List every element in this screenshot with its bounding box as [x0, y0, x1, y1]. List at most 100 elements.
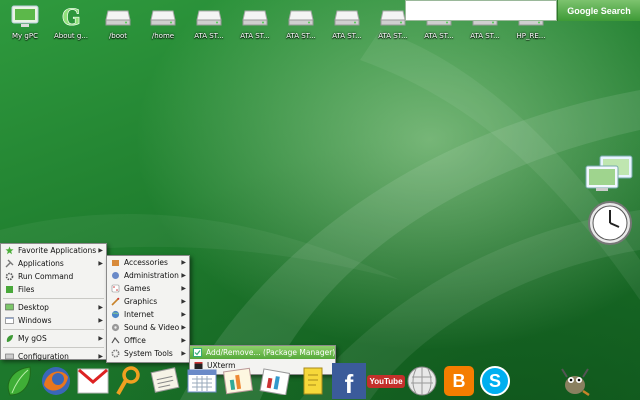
menu-item-label: Run Command: [18, 272, 74, 281]
menu-item-internet[interactable]: Internet ▶: [107, 308, 189, 321]
dock-item-gos[interactable]: [2, 364, 36, 398]
gmail-icon: [77, 368, 109, 394]
menu-item-label: Applications: [18, 259, 64, 268]
chevron-right-icon: ▶: [98, 260, 103, 267]
dock-item-firefox[interactable]: [39, 364, 73, 398]
menu-item-label: Internet: [124, 310, 154, 319]
menu-item-label: Sound & Video: [124, 323, 180, 332]
chevron-right-icon: ▶: [98, 335, 103, 342]
desktop-icon-boot[interactable]: /boot: [96, 4, 140, 40]
menu-item-applications[interactable]: Applications ▶: [1, 257, 106, 270]
chevron-right-icon: ▶: [181, 285, 186, 292]
menu-item-my-gos[interactable]: My gOS ▶: [1, 332, 106, 345]
desktop-icon-ata-2[interactable]: ATA ST...: [233, 4, 277, 40]
menu-item-accessories[interactable]: Accessories ▶: [107, 256, 189, 269]
dock-item-skype[interactable]: S: [478, 364, 512, 398]
desktop-icon-label: About g...: [53, 32, 89, 40]
dock-item-spreadsheet-2[interactable]: [258, 364, 292, 398]
desktop-icon-label: ATA ST...: [378, 32, 408, 40]
desktop-icon-label: ATA ST...: [332, 32, 362, 40]
desktop-icon-label: ATA ST...: [424, 32, 454, 40]
chevron-right-icon: ▶: [181, 324, 186, 331]
chevron-right-icon: ▶: [181, 259, 186, 266]
search-input[interactable]: [405, 0, 557, 21]
menu-item-games[interactable]: Games ▶: [107, 282, 189, 295]
applications-icon: [4, 259, 14, 268]
dock-item-wikipedia[interactable]: [405, 364, 439, 398]
search-icon: [116, 366, 140, 395]
menu-item-run-command[interactable]: Run Command: [1, 270, 106, 283]
wikipedia-icon: [407, 366, 437, 396]
drive-icon: [104, 4, 132, 30]
menu-item-favorite-applications[interactable]: Favorite Applications ▶: [1, 244, 106, 257]
chevron-right-icon: ▶: [181, 350, 186, 357]
desktop-icon-label: My gPC: [12, 32, 38, 40]
desktop-icon-my-gpc[interactable]: My gPC: [3, 4, 47, 40]
drive-icon: [241, 4, 269, 30]
sound-video-icon: [110, 323, 120, 332]
office-icon: [110, 336, 120, 345]
spreadsheet-icon: [223, 367, 253, 395]
desktop-icon-label: ATA ST...: [194, 32, 224, 40]
clock-icon: [588, 201, 632, 245]
menu-item-sound-video[interactable]: Sound & Video ▶: [107, 321, 189, 334]
menu-item-label: Add/Remove... (Package Manager): [206, 348, 336, 357]
menu-item-label: Accessories: [124, 258, 168, 267]
dock-item-news[interactable]: [148, 364, 182, 398]
desktop-icon-label: ATA ST...: [470, 32, 500, 40]
gos-leaf-icon: [7, 366, 31, 396]
desktop-icon-label: ATA ST...: [286, 32, 316, 40]
desktop-icon-label: ATA ST...: [240, 32, 270, 40]
dock-item-notes[interactable]: [295, 364, 329, 398]
menu-item-desktop[interactable]: Desktop ▶: [1, 301, 106, 314]
svg-text:G: G: [62, 5, 81, 30]
accessories-icon: [110, 258, 120, 267]
dock-item-facebook[interactable]: f: [332, 363, 366, 399]
desktop-icon-ata-1[interactable]: ATA ST...: [187, 4, 231, 40]
menu-item-administration[interactable]: Administration ▶: [107, 269, 189, 282]
dock-item-blogger[interactable]: B: [442, 364, 476, 398]
dock-item-youtube[interactable]: YouTube: [367, 364, 405, 398]
menu-item-label: My gOS: [18, 334, 47, 343]
gos-logo-icon: G: [57, 4, 85, 30]
configuration-icon: [4, 352, 14, 361]
drive-icon: [195, 4, 223, 30]
menu-item-label: Files: [18, 285, 35, 294]
internet-icon: [110, 310, 120, 319]
skype-icon: S: [480, 366, 510, 396]
drive-icon: [149, 4, 177, 30]
dock: f YouTube B S: [0, 362, 640, 400]
menu-item-graphics[interactable]: Graphics ▶: [107, 295, 189, 308]
skype-letter: S: [488, 370, 501, 391]
monitor-icon: [11, 4, 39, 30]
network-widget[interactable]: [584, 154, 636, 198]
chevron-right-icon: ▶: [181, 311, 186, 318]
clock-widget[interactable]: [587, 200, 633, 250]
dock-item-spreadsheet[interactable]: [221, 364, 255, 398]
dock-item-calendar[interactable]: [185, 364, 219, 398]
menu-item-files[interactable]: Files: [1, 283, 106, 296]
games-icon: [110, 284, 120, 293]
gear-icon: [4, 272, 14, 281]
administration-icon: [110, 271, 120, 280]
dock-item-gmail[interactable]: [76, 364, 110, 398]
menu-item-label: Windows: [18, 316, 52, 325]
menu-item-office[interactable]: Office ▶: [107, 334, 189, 347]
menu-item-system-tools[interactable]: System Tools ▶: [107, 347, 189, 360]
desktop-icon-ata-3[interactable]: ATA ST...: [279, 4, 323, 40]
desktop-icon-about-gos[interactable]: G About g...: [49, 4, 93, 40]
menu-item-label: Administration: [124, 271, 179, 280]
dock-item-search[interactable]: [112, 364, 146, 398]
firefox-icon: [42, 367, 70, 395]
desktop-icon-ata-4[interactable]: ATA ST...: [325, 4, 369, 40]
menu-item-package-manager[interactable]: Add/Remove... (Package Manager): [190, 346, 335, 359]
menu-item-windows[interactable]: Windows ▶: [1, 314, 106, 327]
desktop-icon-home[interactable]: /home: [141, 4, 185, 40]
google-search-button[interactable]: Google Search: [557, 0, 640, 21]
dock-item-gimp[interactable]: [558, 364, 592, 398]
facebook-icon: f: [344, 368, 354, 399]
menu-item-label: Desktop: [18, 303, 49, 312]
drive-icon: [379, 4, 407, 30]
desktop-icon-label: HP_RE...: [516, 32, 546, 40]
package-manager-icon: [193, 348, 202, 357]
